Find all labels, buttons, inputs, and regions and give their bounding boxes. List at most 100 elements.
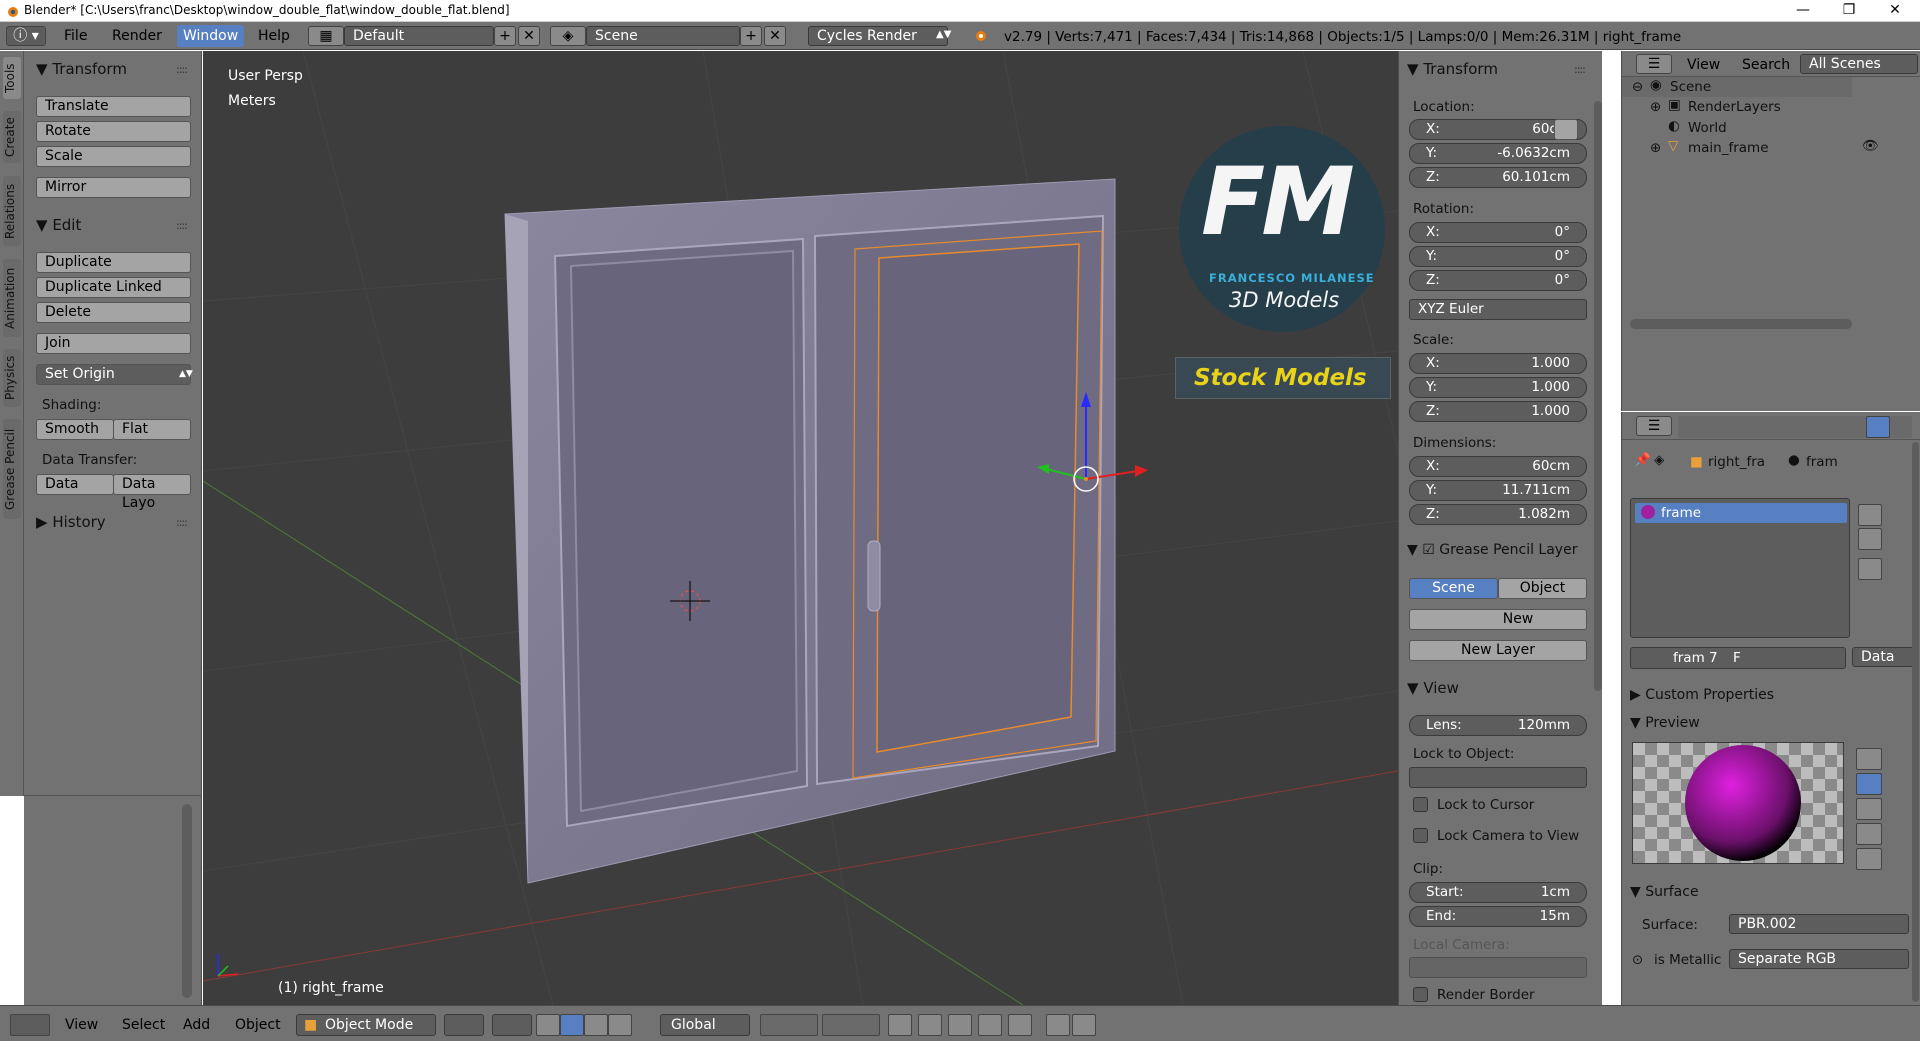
gp-object-button[interactable]: Object [1498, 578, 1587, 599]
screen-layout-field[interactable]: Default [344, 26, 494, 46]
footer-select-menu[interactable]: Select [122, 1017, 165, 1033]
lock-to-object-field[interactable] [1409, 767, 1587, 788]
lens-field[interactable]: Lens: 120mm [1409, 715, 1587, 736]
outliner-h-scrollbar[interactable] [1630, 319, 1852, 329]
render-border-checkbox[interactable] [1413, 987, 1428, 1002]
layers-grid-2[interactable] [822, 1014, 880, 1036]
menu-help[interactable]: Help [258, 28, 290, 44]
surface-shader-select[interactable]: PBR.002 [1729, 914, 1909, 934]
history-panel-toggle[interactable]: ▶ History [36, 513, 106, 531]
outliner-item-world[interactable]: World [1688, 120, 1727, 136]
tab-animation[interactable]: Animation [3, 259, 21, 337]
preview-type-hair-icon[interactable] [1856, 848, 1882, 870]
pin-icon[interactable]: 📌 [1634, 452, 1651, 468]
outliner-expand-icon[interactable]: ⊕ [1650, 140, 1661, 156]
snap-target-icon[interactable] [1008, 1014, 1032, 1036]
lock-camera-checkbox[interactable] [1413, 828, 1428, 843]
scene-field[interactable]: Scene [586, 26, 740, 46]
menu-file[interactable]: File [64, 28, 87, 44]
preview-type-cube-icon[interactable] [1856, 798, 1882, 820]
add-slot-button[interactable] [1858, 504, 1882, 526]
lock-icon[interactable] [1554, 119, 1578, 140]
tab-physics[interactable]: Physics [3, 349, 21, 407]
tab-tools[interactable]: Tools [3, 57, 21, 99]
maximize-button[interactable]: ❐ [1826, 0, 1872, 22]
footer-add-menu[interactable]: Add [183, 1017, 210, 1033]
close-window-button[interactable]: ✕ [1872, 0, 1918, 22]
data-layout-button[interactable]: Data Layo [113, 474, 191, 511]
menu-window[interactable]: Window [177, 25, 245, 47]
scale-z-field[interactable]: Z: 1.000 [1409, 401, 1587, 422]
set-origin-select[interactable]: Set Origin [36, 364, 191, 385]
screen-layout-icon[interactable]: ▦ [308, 26, 344, 46]
npanel-scrollbar[interactable] [1594, 101, 1602, 691]
visibility-eye-icon[interactable]: 👁 [1862, 138, 1879, 154]
properties-scrollbar[interactable] [1912, 442, 1919, 1002]
panel-grip-icon[interactable]: :::: [176, 516, 188, 529]
manipulator-translate-icon[interactable] [560, 1014, 584, 1036]
edit-panel-toggle[interactable]: ▼ Edit [36, 216, 81, 234]
scale-button[interactable]: Scale [36, 146, 191, 167]
footer-view-menu[interactable]: View [65, 1017, 98, 1033]
surface-panel-toggle[interactable]: ▼ Surface [1630, 884, 1699, 900]
location-z-field[interactable]: Z: 60.101cm [1409, 167, 1587, 188]
snap-element-icon[interactable] [978, 1014, 1002, 1036]
join-button[interactable]: Join [36, 333, 191, 354]
delete-button[interactable]: Delete [36, 302, 191, 323]
editor-type-info-button[interactable]: ⓘ ▾ [6, 26, 46, 46]
tab-grease-pencil[interactable]: Grease Pencil [3, 419, 21, 519]
manipulator-scale-icon[interactable] [608, 1014, 632, 1036]
preview-type-monkey-icon[interactable] [1856, 823, 1882, 845]
viewport-shading-select[interactable] [444, 1014, 484, 1036]
rotate-button[interactable]: Rotate [36, 121, 191, 142]
data-transfer-button[interactable]: Data [36, 474, 114, 495]
operator-scrollbar[interactable] [182, 804, 192, 998]
snap-magnet-icon[interactable] [948, 1014, 972, 1036]
outliner-editor-icon[interactable]: ☰ [1636, 54, 1672, 74]
pivot-point-select[interactable] [492, 1014, 532, 1036]
lock-to-cursor-checkbox[interactable] [1413, 797, 1428, 812]
duplicate-button[interactable]: Duplicate [36, 252, 191, 273]
add-scene-button[interactable]: + [740, 26, 762, 46]
outliner-view-menu[interactable]: View [1687, 57, 1720, 73]
clip-end-field[interactable]: End: 15m [1409, 906, 1587, 927]
preview-type-sphere-icon[interactable] [1856, 773, 1882, 795]
smooth-shading-button[interactable]: Smooth [36, 419, 114, 440]
preview-type-flat-icon[interactable] [1856, 748, 1882, 770]
scale-y-field[interactable]: Y: 1.000 [1409, 377, 1587, 398]
gp-new-layer-button[interactable]: New Layer [1409, 640, 1587, 661]
editor-type-3d-icon[interactable] [10, 1014, 50, 1036]
add-layout-button[interactable]: + [494, 26, 516, 46]
manipulator-rotate-icon[interactable] [584, 1014, 608, 1036]
dimensions-x-field[interactable]: X: 60cm [1409, 456, 1587, 477]
flat-shading-button[interactable]: Flat [113, 419, 191, 440]
preview-panel-toggle[interactable]: ▼ Preview [1630, 715, 1700, 731]
rotation-x-field[interactable]: X: 0° [1409, 222, 1587, 243]
dimensions-y-field[interactable]: Y: 11.711cm [1409, 480, 1587, 501]
minimize-button[interactable]: — [1780, 0, 1826, 22]
material-name-field[interactable]: fram [1673, 650, 1705, 666]
proportional-editing-icon[interactable] [918, 1014, 942, 1036]
view-panel-toggle[interactable]: ▼ View [1407, 679, 1459, 697]
clip-start-field[interactable]: Start: 1cm [1409, 882, 1587, 903]
3d-viewport[interactable]: User Persp Meters (1) right_frame FM FRA… [203, 51, 1398, 1005]
scale-x-field[interactable]: X: 1.000 [1409, 353, 1587, 374]
manipulator-toggle-icon[interactable] [536, 1014, 560, 1036]
layers-grid-1[interactable] [760, 1014, 818, 1036]
transform-panel-toggle[interactable]: ▼ Transform [36, 60, 127, 78]
outliner-item-scene[interactable]: Scene [1670, 79, 1711, 95]
outliner-item-main-frame[interactable]: main_frame [1688, 140, 1769, 156]
menu-render[interactable]: Render [112, 28, 162, 44]
opengl-render-icon[interactable] [1046, 1014, 1070, 1036]
slot-specials-button[interactable] [1858, 558, 1882, 580]
material-tab-icon[interactable] [1866, 416, 1890, 438]
outliner-item-renderlayers[interactable]: RenderLayers [1688, 99, 1781, 115]
custom-properties-toggle[interactable]: ▶ Custom Properties [1630, 687, 1774, 703]
dimensions-z-field[interactable]: Z: 1.082m [1409, 504, 1587, 525]
properties-editor-icon[interactable]: ☰ [1636, 416, 1672, 436]
transform-orientation-select[interactable]: Global [660, 1014, 750, 1036]
panel-grip-icon[interactable]: :::: [176, 63, 188, 76]
outliner-expand-icon[interactable]: ⊖ [1632, 79, 1643, 95]
location-y-field[interactable]: Y: -6.0632cm [1409, 143, 1587, 164]
outliner-filter-select[interactable]: All Scenes [1800, 54, 1918, 74]
